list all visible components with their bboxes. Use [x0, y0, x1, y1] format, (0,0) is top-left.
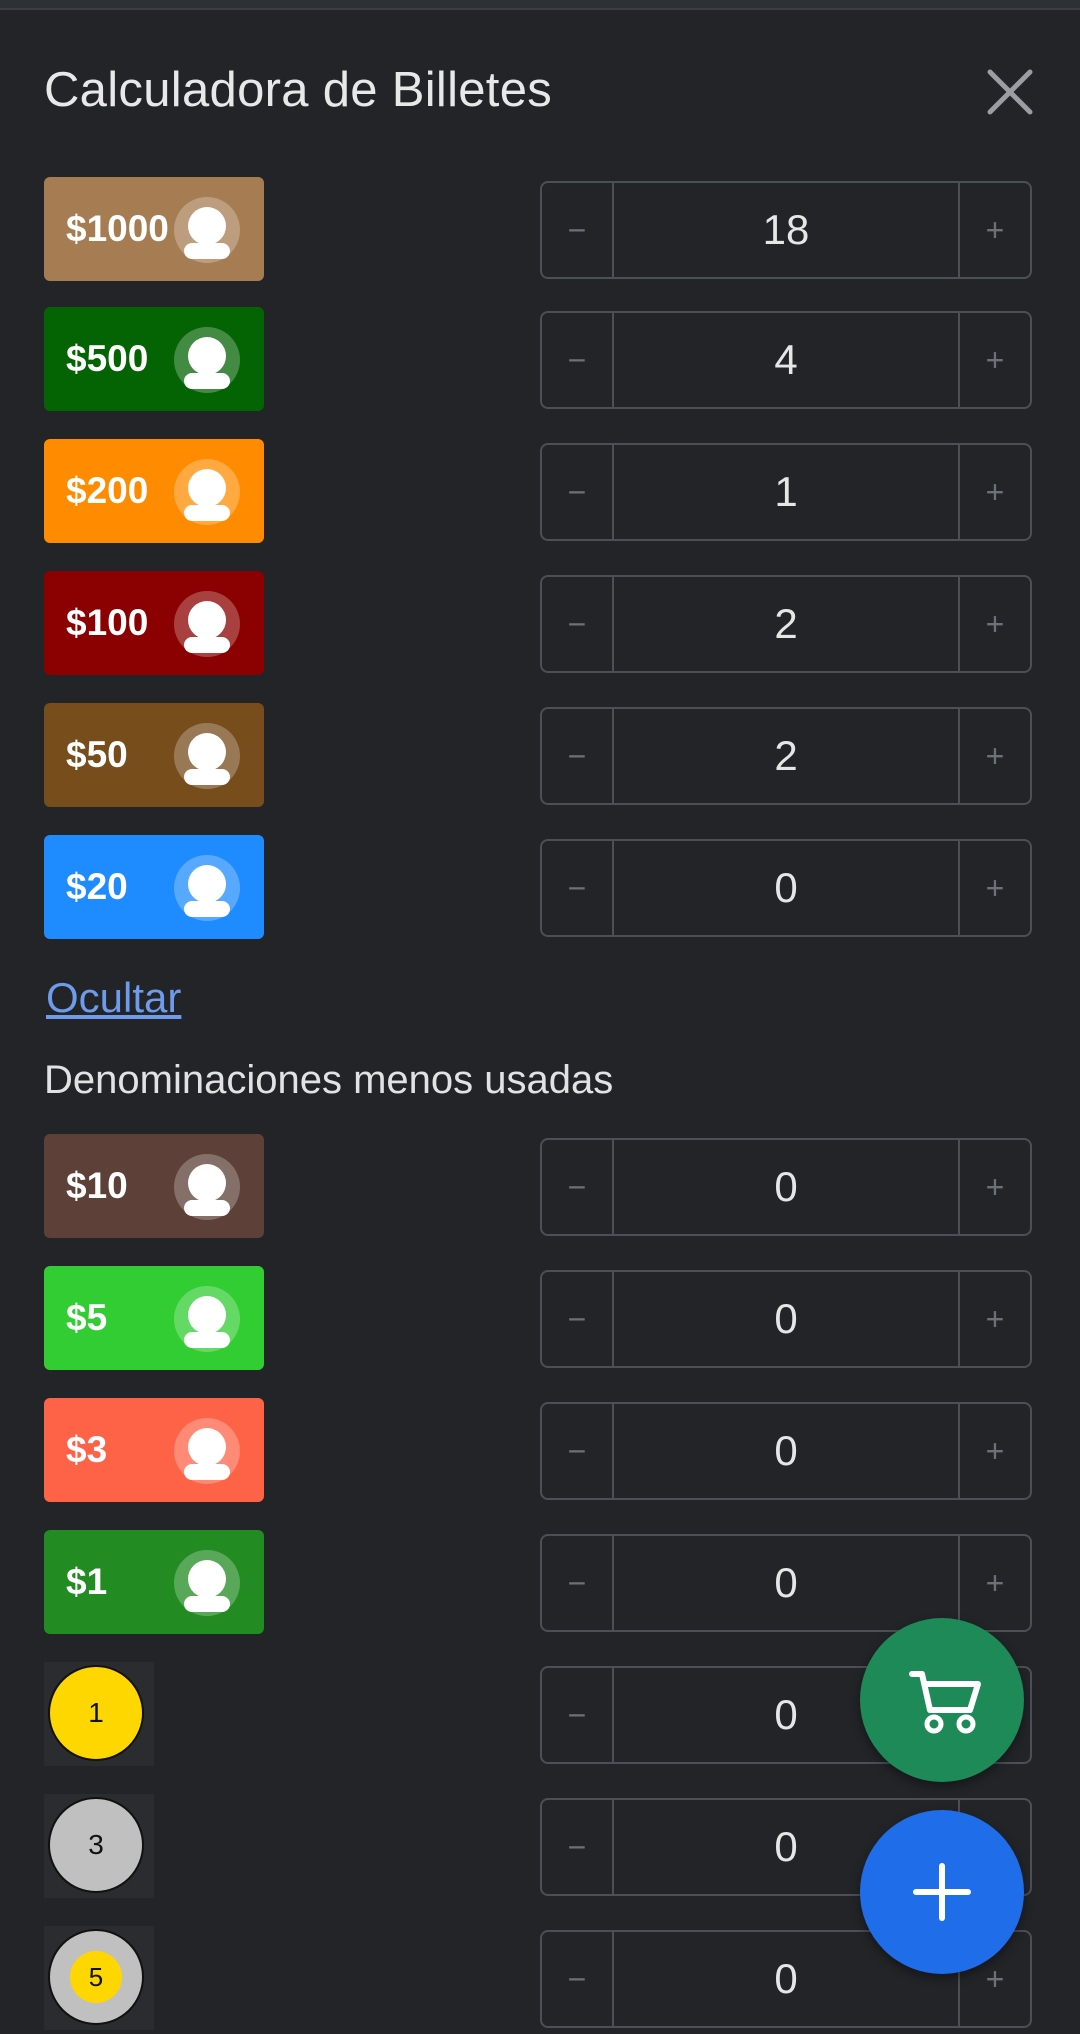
decrement-button[interactable]: − [542, 1272, 614, 1366]
bill-value: $50 [66, 734, 128, 775]
bill-badge: $50 [44, 703, 264, 807]
hide-link[interactable]: Ocultar [46, 974, 181, 1022]
increment-button[interactable]: + [958, 1140, 1030, 1234]
bill-value: $200 [66, 470, 149, 511]
quantity-stepper: − 0 + [540, 1138, 1032, 1236]
increment-button[interactable]: + [958, 1404, 1030, 1498]
coin-value: 3 [48, 1797, 144, 1893]
quantity-input[interactable]: 18 [614, 183, 958, 277]
shopping-cart-icon [909, 1671, 981, 1734]
portrait-icon [174, 591, 240, 657]
decrement-button[interactable]: − [542, 183, 614, 277]
coin-value: 5 [70, 1951, 122, 2003]
bill-badge: $200 [44, 439, 264, 543]
portrait-icon [174, 1286, 240, 1352]
bill-badge: $10 [44, 1134, 264, 1238]
decrement-button[interactable]: − [542, 1536, 614, 1630]
bill-row: $10 − 0 + [0, 1134, 1080, 1238]
portrait-icon [174, 1550, 240, 1616]
decrement-button[interactable]: − [542, 1668, 614, 1762]
bill-badge: $1 [44, 1530, 264, 1634]
portrait-icon [174, 459, 240, 525]
quantity-stepper: − 18 + [540, 181, 1032, 279]
bill-row: $200 − 1 + [0, 439, 1080, 543]
decrement-button[interactable]: − [542, 1932, 614, 2026]
quantity-stepper: − 0 + [540, 1402, 1032, 1500]
quantity-input[interactable]: 1 [614, 445, 958, 539]
bill-row: $100 − 2 + [0, 571, 1080, 675]
bill-value: $20 [66, 866, 128, 907]
bill-row: $500 − 4 + [0, 307, 1080, 411]
coin-badge: 5 [44, 1926, 154, 2030]
increment-button[interactable]: + [958, 709, 1030, 803]
decrement-button[interactable]: − [542, 1140, 614, 1234]
portrait-icon [174, 1418, 240, 1484]
increment-button[interactable]: + [958, 577, 1030, 671]
portrait-icon [174, 855, 240, 921]
bill-value: $1 [66, 1561, 108, 1602]
quantity-stepper: − 1 + [540, 443, 1032, 541]
quantity-input[interactable]: 0 [614, 841, 958, 935]
portrait-icon [174, 197, 240, 263]
coin-value: 1 [48, 1665, 144, 1761]
bill-row: $5 − 0 + [0, 1266, 1080, 1370]
top-divider [0, 0, 1080, 10]
bill-row: $20 − 0 + [0, 835, 1080, 939]
bill-value: $5 [66, 1297, 108, 1338]
decrement-button[interactable]: − [542, 445, 614, 539]
quantity-stepper: − 0 + [540, 839, 1032, 937]
portrait-icon [174, 723, 240, 789]
quantity-input[interactable]: 2 [614, 577, 958, 671]
coin-badge: 3 [44, 1794, 154, 1898]
close-button[interactable] [980, 62, 1040, 122]
decrement-button[interactable]: − [542, 577, 614, 671]
coin-badge: 1 [44, 1662, 154, 1766]
decrement-button[interactable]: − [542, 709, 614, 803]
page-title: Calculadora de Billetes [44, 63, 553, 117]
bill-badge: $5 [44, 1266, 264, 1370]
decrement-button[interactable]: − [542, 313, 614, 407]
quantity-stepper: − 4 + [540, 311, 1032, 409]
bill-value: $3 [66, 1429, 108, 1470]
bill-value: $100 [66, 602, 149, 643]
bill-value: $1000 [66, 208, 169, 249]
bill-value: $500 [66, 338, 149, 379]
decrement-button[interactable]: − [542, 1800, 614, 1894]
decrement-button[interactable]: − [542, 1404, 614, 1498]
section-title: Denominaciones menos usadas [44, 1058, 614, 1102]
quantity-input[interactable]: 0 [614, 1140, 958, 1234]
increment-button[interactable]: + [958, 445, 1030, 539]
bill-row: $50 − 2 + [0, 703, 1080, 807]
increment-button[interactable]: + [958, 1272, 1030, 1366]
quantity-input[interactable]: 0 [614, 1536, 958, 1630]
add-button[interactable] [860, 1810, 1024, 1974]
quantity-input[interactable]: 0 [614, 1404, 958, 1498]
quantity-stepper: − 0 + [540, 1270, 1032, 1368]
quantity-input[interactable]: 2 [614, 709, 958, 803]
bill-value: $10 [66, 1165, 128, 1206]
bill-row: $3 − 0 + [0, 1398, 1080, 1502]
increment-button[interactable]: + [958, 313, 1030, 407]
increment-button[interactable]: + [958, 1536, 1030, 1630]
cart-button[interactable] [860, 1618, 1024, 1782]
portrait-icon [174, 327, 240, 393]
close-icon [987, 69, 1033, 115]
quantity-input[interactable]: 0 [614, 1272, 958, 1366]
bill-badge: $500 [44, 307, 264, 411]
bill-badge: $3 [44, 1398, 264, 1502]
increment-button[interactable]: + [958, 841, 1030, 935]
increment-button[interactable]: + [958, 183, 1030, 277]
decrement-button[interactable]: − [542, 841, 614, 935]
quantity-stepper: − 2 + [540, 575, 1032, 673]
bill-badge: $1000 [44, 177, 264, 281]
bill-badge: $20 [44, 835, 264, 939]
plus-icon [913, 1863, 971, 1921]
quantity-stepper: − 2 + [540, 707, 1032, 805]
portrait-icon [174, 1154, 240, 1220]
bill-row: $1000 − 18 + [0, 177, 1080, 281]
coin-outer: 5 [48, 1929, 144, 2025]
bill-badge: $100 [44, 571, 264, 675]
quantity-input[interactable]: 4 [614, 313, 958, 407]
